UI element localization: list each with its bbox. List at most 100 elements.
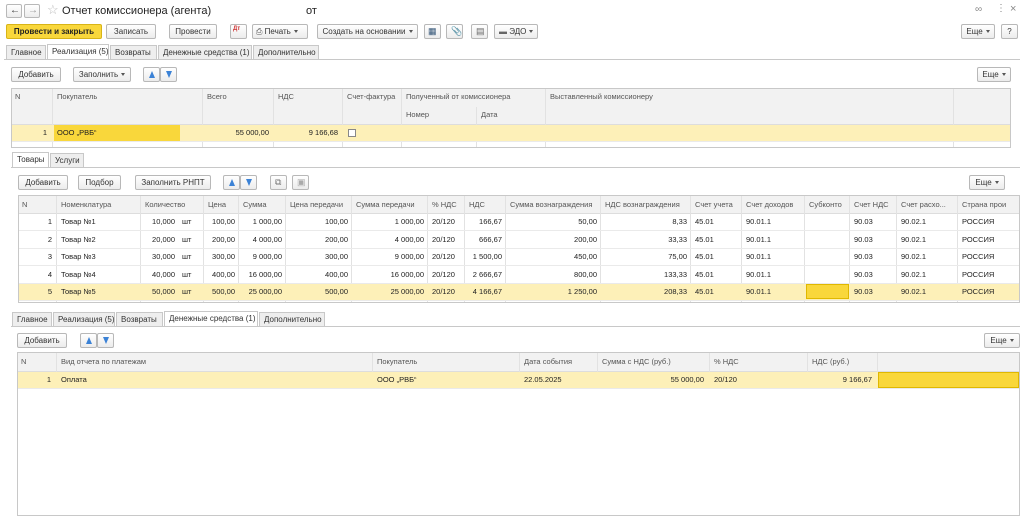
buyers-move-up-button[interactable] xyxy=(143,67,160,82)
payments-move-up-button[interactable] xyxy=(80,333,97,348)
cell-country: РОССИЯ xyxy=(962,217,995,226)
table-row[interactable]: 4 Товар №4 40,000 шт 400,00 16 000,00 400,00 16… xyxy=(19,267,1019,284)
cell-subconto[interactable] xyxy=(806,284,849,299)
cell-acc: 45.01 xyxy=(695,217,714,226)
payments-add-button[interactable]: Добавить xyxy=(17,333,67,348)
document-icon: ▤ xyxy=(476,26,485,36)
cell-buyer: ООО „РВБ“ xyxy=(377,375,417,384)
tab-additional[interactable]: Дополнительно xyxy=(253,45,319,59)
goods-paste-button[interactable]: ▣ xyxy=(292,175,309,190)
col-header-qty: Количество xyxy=(145,200,186,209)
back-button[interactable]: ← xyxy=(6,4,22,18)
buyers-fill-button[interactable]: Заполнить xyxy=(73,67,131,82)
cell-income: 90.01.1 xyxy=(746,287,772,296)
cell-tprice: 300,00 xyxy=(325,252,348,261)
tab-returns[interactable]: Возвраты xyxy=(110,45,157,59)
col-header-vat: НДС xyxy=(469,200,485,209)
cell-vat: 666,67 xyxy=(479,234,502,244)
chevron-down-icon xyxy=(408,30,413,34)
cell-qty: 50,000 xyxy=(152,287,175,296)
col-header-tsum: Сумма передачи xyxy=(356,200,415,209)
link-icon[interactable]: ∞ xyxy=(975,4,982,15)
cell-vat: 4 166,67 xyxy=(472,287,502,296)
favorite-star-icon[interactable]: ☆ xyxy=(47,2,59,18)
cell-reward: 50,00 xyxy=(578,217,597,226)
tab-main[interactable]: Главное xyxy=(6,45,46,59)
tab-money-bottom[interactable]: Денежные средства (1) xyxy=(164,311,258,326)
col-header-n: N xyxy=(21,357,27,366)
tab-returns-bottom[interactable]: Возвраты xyxy=(116,312,163,326)
cell-rewardvat: 8,33 xyxy=(672,217,687,226)
tab-sales-bottom[interactable]: Реализация (5) xyxy=(53,312,115,326)
table-row[interactable]: 5 Товар №5 50,000 шт 500,00 25 000,00 500,00 25… xyxy=(19,284,1019,301)
cell-vat: 1 500,00 xyxy=(472,252,502,261)
report-button[interactable]: ▤ xyxy=(471,24,488,39)
col-header-buyer: Покупатель xyxy=(377,357,418,366)
goods-more-button[interactable]: Еще xyxy=(969,175,1005,190)
goods-copy-button[interactable]: ⧉ xyxy=(270,175,287,190)
edo-button[interactable]: ▬ ЭДО xyxy=(494,24,538,39)
paperclip-icon: 📎 xyxy=(451,26,463,36)
help-button[interactable]: ? xyxy=(1001,24,1018,39)
table-row[interactable]: 1 ООО „РВБ“ 55 000,00 9 166,68 xyxy=(12,125,1010,142)
buyers-add-button[interactable]: Добавить xyxy=(11,67,61,82)
tab-additional-bottom[interactable]: Дополнительно xyxy=(259,312,325,326)
cell-tprice: 400,00 xyxy=(325,269,348,279)
create-based-on-button[interactable]: Создать на основании xyxy=(317,24,418,39)
save-button[interactable]: Записать xyxy=(106,24,156,39)
cell-n: 1 xyxy=(47,217,52,226)
cell-buyer[interactable]: ООО „РВБ“ xyxy=(54,125,180,141)
payments-more-label: Еще xyxy=(990,336,1007,345)
cell-vatp: 20/120 xyxy=(432,217,455,226)
arrow-down-icon xyxy=(246,179,252,186)
paste-icon: ▣ xyxy=(297,177,306,187)
cell-income: 90.01.1 xyxy=(746,269,772,279)
payments-move-down-button[interactable] xyxy=(97,333,114,348)
goods-table: N Номенклатура Количество Цена Сумма Цен… xyxy=(18,195,1020,303)
cell-expense: 90.02.1 xyxy=(901,252,927,261)
col-header-received: Полученный от комиссионера xyxy=(406,92,511,101)
table-row[interactable]: 1 Оплата ООО „РВБ“ 22.05.2025 55 000,00 … xyxy=(18,372,1019,389)
chevron-down-icon xyxy=(121,73,126,77)
cell-acc: 45.01 xyxy=(695,287,714,296)
forward-button[interactable]: → xyxy=(24,4,40,18)
dt-kt-button[interactable]: Дт xyxy=(230,24,247,39)
table-row[interactable]: 2 Товар №2 20,000 шт 200,00 4 000,00 200,00 4 0… xyxy=(19,232,1019,249)
payments-more-button[interactable]: Еще xyxy=(984,333,1020,348)
close-icon[interactable]: × xyxy=(1010,3,1016,15)
invoice-checkbox[interactable] xyxy=(348,129,356,137)
table-row[interactable]: 3 Товар №3 30,000 шт 300,00 9 000,00 300,00 9 0… xyxy=(19,249,1019,266)
attach-button[interactable]: 📎 xyxy=(446,24,463,39)
buyers-more-label: Еще xyxy=(982,70,999,79)
tab-services[interactable]: Услуги xyxy=(50,153,84,167)
cell-date: 22.05.2025 xyxy=(524,375,562,384)
goods-select-button[interactable]: Подбор xyxy=(78,175,121,190)
goods-move-down-button[interactable] xyxy=(240,175,257,190)
more-button[interactable]: Еще xyxy=(961,24,995,39)
tab-goods[interactable]: Товары xyxy=(12,152,49,167)
buyers-move-down-button[interactable] xyxy=(160,67,177,82)
dt-kt-icon: Дт xyxy=(233,26,241,32)
cell-price: 400,00 xyxy=(212,269,235,279)
menu-dots-icon[interactable]: ⋮ xyxy=(996,3,1006,14)
goods-move-up-button[interactable] xyxy=(223,175,240,190)
structure-button[interactable]: ▦ xyxy=(424,24,441,39)
payments-table: N Вид отчета по платежам Покупатель Дата… xyxy=(17,352,1020,516)
goods-fill-rnpt-button[interactable]: Заполнить РНПТ xyxy=(135,175,211,190)
active-cell[interactable] xyxy=(878,372,1019,388)
table-row[interactable]: 1 Товар №1 10,000 шт 100,00 1 000,00 100,00 1 0… xyxy=(19,214,1019,231)
cell-reward: 1 250,00 xyxy=(567,287,597,296)
post-button[interactable]: Провести xyxy=(169,24,217,39)
buyers-more-button[interactable]: Еще xyxy=(977,67,1011,82)
tab-sales[interactable]: Реализация (5) xyxy=(47,44,109,59)
cell-country: РОССИЯ xyxy=(962,252,995,261)
tab-main-bottom[interactable]: Главное xyxy=(12,312,52,326)
cell-qty: 30,000 xyxy=(152,252,175,261)
post-and-close-button[interactable]: Провести и закрыть xyxy=(6,24,102,39)
cell-sum: 9 000,00 xyxy=(252,252,282,261)
goods-add-button[interactable]: Добавить xyxy=(18,175,68,190)
more-label: Еще xyxy=(966,27,983,36)
print-button[interactable]: ⎙ Печать xyxy=(252,24,308,39)
col-header-issued: Выставленный комиссионеру xyxy=(550,92,653,101)
tab-money[interactable]: Денежные средства (1) xyxy=(158,45,252,59)
